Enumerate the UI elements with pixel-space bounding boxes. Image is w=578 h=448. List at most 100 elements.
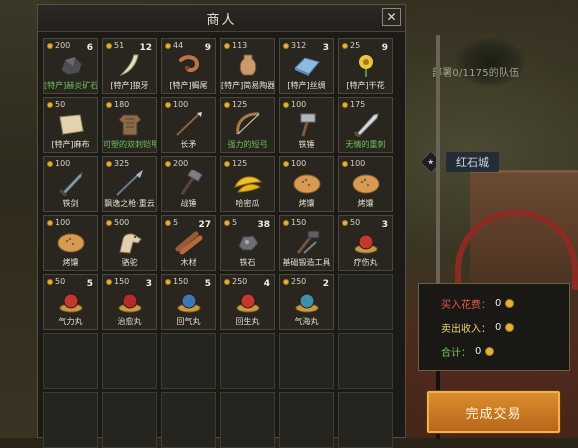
item-name: 铁锤 (298, 140, 315, 149)
item-slot[interactable]: 500 骆驼 (102, 215, 157, 271)
item-price: 100 (47, 159, 70, 168)
coin-icon (47, 42, 53, 49)
item-name: 哈密瓜 (235, 199, 260, 208)
item-quantity: 5 (86, 279, 93, 289)
item-slot[interactable]: 325 飘逸之枪·重云 (102, 156, 157, 212)
pill-icon (232, 288, 264, 314)
empty-slot[interactable] (338, 274, 393, 330)
complete-trade-button[interactable]: 完成交易 (427, 391, 560, 433)
coin-icon (106, 160, 112, 167)
item-slot[interactable]: 5 27 木材 (161, 215, 216, 271)
empty-slot[interactable] (43, 333, 98, 389)
item-slot[interactable]: 50 3 疗伤丸 (338, 215, 393, 271)
item-slot[interactable]: 25 9 [特产]干花 (338, 38, 393, 94)
empty-slot[interactable] (338, 392, 393, 448)
item-slot[interactable]: 150 3 治愈丸 (102, 274, 157, 330)
sell-value: 0 (495, 322, 502, 333)
item-slot[interactable]: 175 无情的重刺 (338, 97, 393, 153)
coin-icon (106, 278, 112, 285)
item-quantity: 3 (381, 220, 388, 230)
empty-slot[interactable] (279, 392, 334, 448)
merchant-window: 商人 ✕ 200 6 [特产]赫炎矿石 51 12 [特产]狼牙 44 9 [特产]蝎尾 113 [… (37, 4, 440, 448)
item-name: 无情的重刺 (345, 140, 386, 149)
item-name: 可塑的双刺铠甲 (103, 140, 157, 149)
item-price-value: 100 (291, 159, 307, 168)
close-button[interactable]: ✕ (382, 8, 401, 26)
item-name: 骆驼 (121, 258, 138, 267)
pill-icon (114, 288, 146, 314)
item-price-value: 44 (173, 41, 184, 50)
item-slot[interactable]: 150 5 回气丸 (161, 274, 216, 330)
item-slot[interactable]: 5 38 铁石 (220, 215, 275, 271)
item-name: 长矛 (180, 140, 197, 149)
dried-flower-icon (350, 52, 382, 78)
item-price-value: 100 (55, 159, 71, 168)
item-price-value: 113 (232, 41, 248, 50)
item-slot[interactable]: 200 战锤 (161, 156, 216, 212)
sell-row: 卖出收入： 0 (441, 320, 515, 335)
buy-value: 0 (495, 298, 502, 309)
item-slot[interactable]: 100 铁锤 (279, 97, 334, 153)
coin-icon (283, 42, 289, 49)
coin-icon (47, 101, 53, 108)
item-slot[interactable]: 100 烤馕 (43, 215, 98, 271)
item-price: 150 (165, 277, 188, 286)
map-edge (0, 0, 38, 438)
empty-slot[interactable] (43, 392, 98, 448)
item-price: 25 (342, 41, 360, 50)
empty-slot[interactable] (220, 392, 275, 448)
item-price-value: 500 (114, 218, 130, 227)
empty-slot[interactable] (220, 333, 275, 389)
coin-icon (505, 323, 515, 332)
item-quantity: 6 (86, 43, 93, 53)
coin-icon (106, 101, 112, 108)
empty-slot[interactable] (102, 392, 157, 448)
item-quantity: 9 (381, 43, 388, 53)
item-price-value: 250 (291, 277, 307, 286)
empty-slot[interactable] (338, 333, 393, 389)
empty-slot[interactable] (279, 333, 334, 389)
item-slot[interactable]: 125 哈密瓜 (220, 156, 275, 212)
coin-icon (342, 219, 348, 226)
item-quantity: 5 (204, 279, 211, 289)
item-slot[interactable]: 50 [特产]麻布 (43, 97, 98, 153)
coin-icon (47, 278, 53, 285)
item-slot[interactable]: 312 3 [特产]丝绸 (279, 38, 334, 94)
item-name: 飘逸之枪·重云 (104, 199, 155, 208)
item-price: 5 (224, 218, 237, 227)
item-slot[interactable]: 180 可塑的双刺铠甲 (102, 97, 157, 153)
item-slot[interactable]: 50 5 气力丸 (43, 274, 98, 330)
item-slot[interactable]: 44 9 [特产]蝎尾 (161, 38, 216, 94)
item-slot[interactable]: 200 6 [特产]赫炎矿石 (43, 38, 98, 94)
item-price-value: 150 (173, 277, 189, 286)
item-slot[interactable]: 150 基础锻造工具 (279, 215, 334, 271)
coin-icon (342, 160, 348, 167)
item-slot[interactable]: 51 12 [特产]狼牙 (102, 38, 157, 94)
item-price-value: 51 (114, 41, 125, 50)
scrollbar[interactable] (436, 35, 440, 439)
item-slot[interactable]: 100 烤馕 (338, 156, 393, 212)
item-slot[interactable]: 250 2 气海丸 (279, 274, 334, 330)
coin-icon (485, 347, 495, 356)
item-price: 100 (47, 218, 70, 227)
warhammer-icon (173, 167, 205, 196)
buy-row: 买入花费： 0 (441, 296, 515, 311)
item-slot[interactable]: 100 长矛 (161, 97, 216, 153)
item-price-value: 100 (350, 159, 366, 168)
coin-icon (283, 160, 289, 167)
window-header: 商人 ✕ (38, 5, 405, 32)
item-slot[interactable]: 100 烤馕 (279, 156, 334, 212)
spear-icon (173, 111, 205, 137)
coin-icon (342, 42, 348, 49)
item-slot[interactable]: 113 [特产]简易陶器 (220, 38, 275, 94)
item-slot[interactable]: 250 4 回生丸 (220, 274, 275, 330)
empty-slot[interactable] (161, 333, 216, 389)
total-value: 0 (475, 346, 482, 357)
item-name: 铁剑 (62, 199, 79, 208)
empty-slot[interactable] (102, 333, 157, 389)
coin-icon (47, 160, 53, 167)
item-price-value: 100 (291, 100, 307, 109)
item-slot[interactable]: 125 强力的短弓 (220, 97, 275, 153)
empty-slot[interactable] (161, 392, 216, 448)
item-slot[interactable]: 100 铁剑 (43, 156, 98, 212)
